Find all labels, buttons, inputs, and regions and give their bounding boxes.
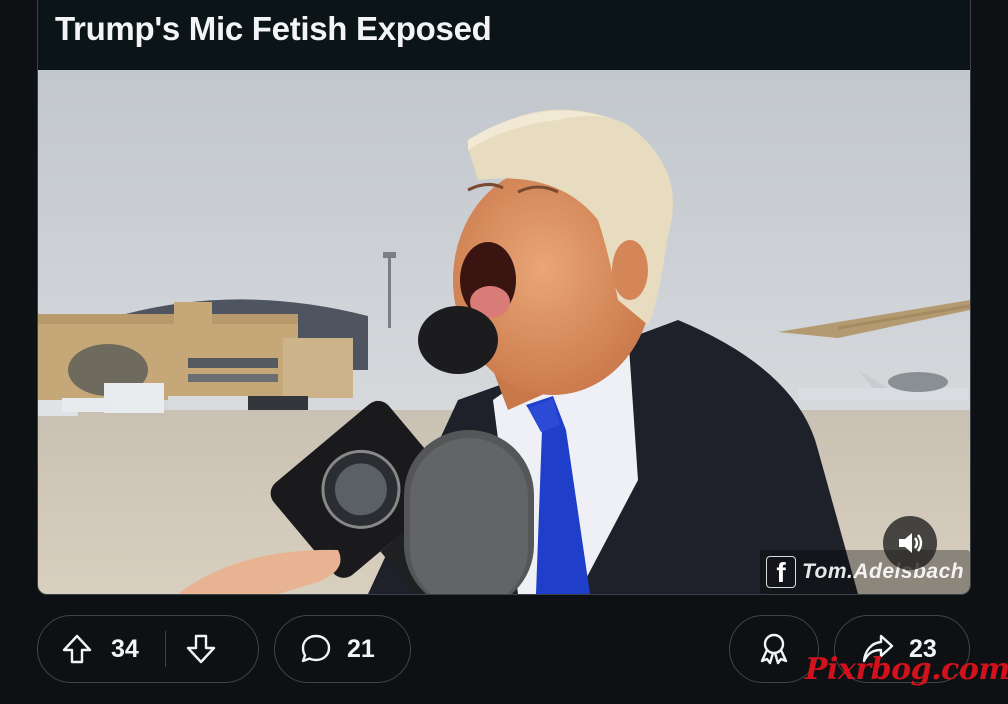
- speech-bubble-icon: [301, 634, 331, 663]
- post-video[interactable]: f Tom.Adelsbach: [38, 70, 970, 594]
- speaker-volume-icon: [899, 533, 923, 553]
- video-author-watermark: f Tom.Adelsbach: [760, 550, 970, 594]
- comment-icon-wrap: [285, 632, 347, 666]
- site-watermark: Pixrbog.com: [805, 652, 1008, 687]
- arrow-down-icon: [186, 634, 216, 664]
- vote-count: 34: [111, 634, 139, 663]
- award-ribbon-icon: [760, 633, 788, 665]
- arrow-up-icon: [62, 634, 92, 664]
- facebook-logo-icon: f: [766, 556, 796, 588]
- comment-count: 21: [347, 634, 375, 663]
- sound-toggle-button[interactable]: [883, 516, 937, 570]
- watermark-author-name: Tom.Adelsbach: [802, 560, 965, 583]
- downvote-button[interactable]: [166, 632, 236, 666]
- upvote-button[interactable]: [46, 632, 108, 666]
- comments-button[interactable]: 21: [274, 615, 411, 683]
- video-frame: [38, 70, 970, 594]
- post-header: Trump's Mic Fetish Exposed: [38, 0, 970, 70]
- vote-group: 34: [37, 615, 259, 683]
- post-card[interactable]: Trump's Mic Fetish Exposed f Tom.Adelsba…: [37, 0, 971, 595]
- post-title[interactable]: Trump's Mic Fetish Exposed: [55, 10, 492, 48]
